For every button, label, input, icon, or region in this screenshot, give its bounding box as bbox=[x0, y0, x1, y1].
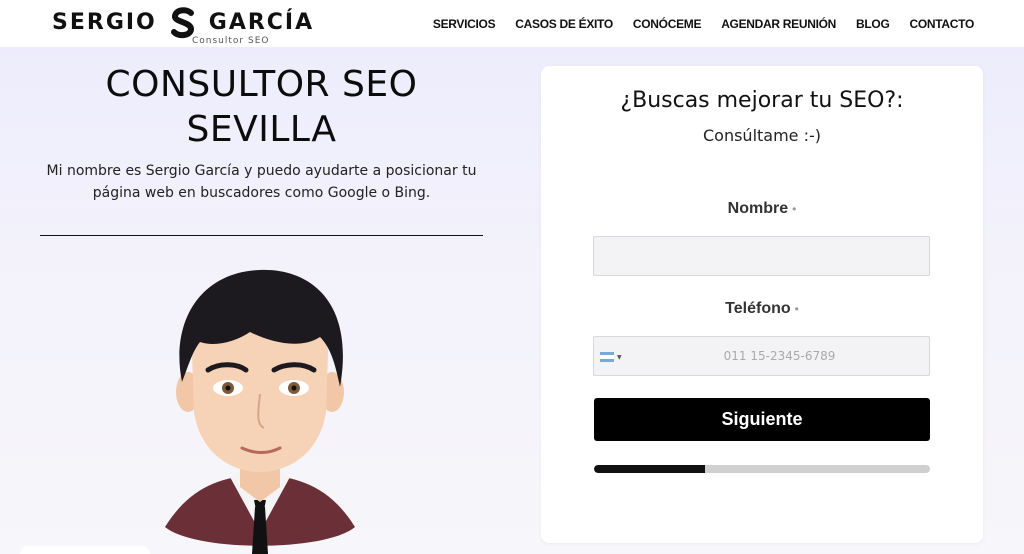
logo-last-name: GARCÍA bbox=[208, 10, 315, 35]
main-nav: SERVICIOS CASOS DE ÉXITO CONÓCEME AGENDA… bbox=[433, 0, 974, 47]
logo-s-icon bbox=[170, 7, 194, 39]
hero-title: CONSULTOR SEO SEVILLA bbox=[40, 62, 483, 152]
phone-label-text: Teléfono bbox=[725, 300, 791, 317]
nav-agendar-reunion[interactable]: AGENDAR REUNIÓN bbox=[721, 17, 836, 31]
form-progress-fill bbox=[594, 465, 705, 473]
argentina-flag-icon bbox=[600, 352, 614, 362]
form-progress-bar bbox=[594, 465, 930, 473]
chat-widget-tab[interactable] bbox=[20, 546, 150, 554]
avatar-illustration bbox=[165, 269, 355, 554]
nav-conoceme[interactable]: CONÓCEME bbox=[633, 17, 702, 31]
logo-tagline: Consultor SEO bbox=[192, 36, 270, 46]
form-subtitle: Consúltame :-) bbox=[702, 126, 822, 145]
logo-first-name: SERGIO bbox=[52, 10, 157, 35]
phone-field[interactable] bbox=[630, 337, 929, 375]
name-label-text: Nombre bbox=[727, 200, 789, 217]
hero-title-line1: CONSULTOR SEO bbox=[105, 64, 418, 105]
next-button[interactable]: Siguiente bbox=[594, 398, 930, 441]
contact-form-card: ¿Buscas mejorar tu SEO?: Consúltame :-) … bbox=[541, 66, 983, 543]
site-header: SERGIO GARCÍA Consultor SEO SERVICIOS CA… bbox=[0, 0, 1024, 47]
country-selector[interactable]: ▼ bbox=[600, 349, 624, 365]
nav-casos-de-exito[interactable]: CASOS DE ÉXITO bbox=[515, 17, 613, 31]
name-label: Nombre • bbox=[541, 200, 983, 218]
required-mark: • bbox=[794, 302, 799, 316]
phone-field-wrapper: ▼ bbox=[593, 336, 930, 376]
logo[interactable]: SERGIO GARCÍA Consultor SEO bbox=[52, 6, 314, 46]
divider bbox=[40, 235, 483, 236]
nav-contacto[interactable]: CONTACTO bbox=[910, 17, 975, 31]
hero-description: Mi nombre es Sergio García y puedo ayuda… bbox=[46, 163, 477, 201]
nav-blog[interactable]: BLOG bbox=[856, 17, 890, 31]
nav-servicios[interactable]: SERVICIOS bbox=[433, 17, 496, 31]
form-title: ¿Buscas mejorar tu SEO?: bbox=[620, 88, 904, 113]
required-mark: • bbox=[792, 202, 797, 216]
phone-label: Teléfono • bbox=[541, 300, 983, 318]
name-field[interactable] bbox=[593, 236, 930, 276]
hero-title-line2: SEVILLA bbox=[186, 109, 337, 150]
caret-down-icon: ▼ bbox=[617, 353, 622, 361]
